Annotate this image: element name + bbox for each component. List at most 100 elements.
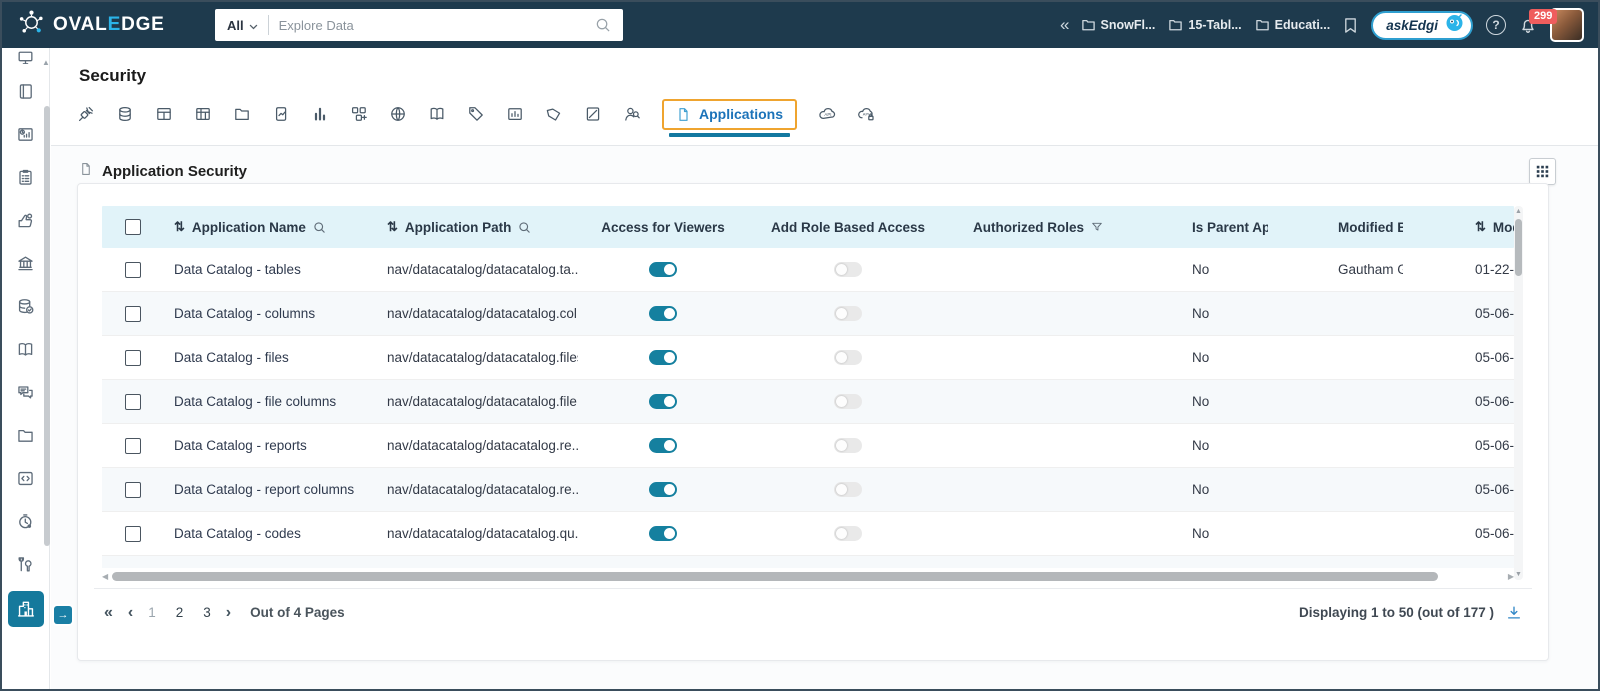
access-for-viewers-toggle[interactable] — [649, 262, 677, 277]
scroll-up-icon[interactable]: ▲ — [42, 58, 50, 67]
scroll-right-icon[interactable]: ▶ — [1506, 572, 1514, 581]
application-name-value[interactable]: Data Catalog - tables — [174, 262, 301, 277]
sidebar-item-glossary-icon[interactable] — [4, 328, 47, 371]
access-for-viewers-toggle[interactable] — [649, 394, 677, 409]
tab-schemas-icon[interactable] — [350, 105, 368, 123]
tab-glossary-icon[interactable] — [428, 105, 446, 123]
row-checkbox[interactable] — [125, 525, 141, 542]
tab-report-visuals-icon[interactable] — [506, 105, 524, 123]
access-for-viewers-toggle[interactable] — [649, 438, 677, 453]
recent-item[interactable]: 15-Tabl... — [1168, 18, 1242, 32]
sidebar-item-data-quality-icon[interactable] — [4, 285, 47, 328]
application-name-value[interactable]: Data Catalog - report columns — [174, 482, 354, 497]
tab-cloud-api-lock-icon[interactable]: API — [857, 105, 875, 123]
sidebar-item-governance-icon[interactable] — [4, 242, 47, 285]
askedgi-button[interactable]: askEdgi — [1371, 10, 1473, 40]
access-for-viewers-toggle[interactable] — [649, 526, 677, 541]
tab-tables-icon[interactable] — [155, 105, 173, 123]
row-checkbox[interactable] — [125, 393, 141, 410]
add-role-based-access-toggle[interactable] — [834, 438, 862, 453]
sidebar-item-report-schedule-icon[interactable] — [4, 113, 47, 156]
download-icon[interactable] — [1506, 605, 1522, 621]
row-checkbox[interactable] — [125, 349, 141, 366]
sidebar-item-tools-icon[interactable] — [4, 543, 47, 586]
notifications-bell[interactable]: 299 — [1519, 8, 1558, 35]
application-name-value[interactable]: Data Catalog - columns — [174, 306, 315, 321]
column-filter-icon[interactable] — [1091, 221, 1103, 233]
tab-notes-icon[interactable] — [584, 105, 602, 123]
add-role-based-access-toggle[interactable] — [834, 350, 862, 365]
page-number-2[interactable]: 2 — [176, 605, 184, 620]
select-all-checkbox[interactable] — [125, 219, 141, 235]
sidebar-item-certification-icon[interactable] — [4, 199, 47, 242]
access-for-viewers-toggle[interactable] — [649, 482, 677, 497]
sidebar-item-monitor-icon[interactable] — [4, 48, 47, 64]
horizontal-scrollbar[interactable]: ◀ ▶ — [102, 571, 1514, 582]
previous-page-button[interactable]: ‹ — [128, 604, 133, 622]
page-number-1[interactable]: 1 — [148, 605, 156, 620]
search-input[interactable] — [268, 17, 595, 33]
sort-icon[interactable]: ⇅ — [174, 219, 185, 235]
application-name-value[interactable]: Data Catalog - reports — [174, 438, 307, 453]
tab-applications[interactable]: Applications — [662, 98, 798, 137]
grid-view-button[interactable] — [1529, 158, 1556, 185]
scroll-left-icon[interactable]: ◀ — [102, 572, 110, 581]
next-page-button[interactable]: › — [226, 604, 231, 622]
vertical-scrollbar[interactable]: ▲ ▼ — [1514, 206, 1523, 580]
access-for-viewers-toggle[interactable] — [649, 350, 677, 365]
add-role-based-access-toggle[interactable] — [834, 306, 862, 321]
sidebar-scroll-thumb[interactable] — [44, 106, 50, 546]
tab-labels-icon[interactable] — [545, 105, 563, 123]
tab-reports-icon[interactable] — [311, 105, 329, 123]
sidebar-item-scheduler-icon[interactable] — [4, 500, 47, 543]
row-checkbox[interactable] — [125, 437, 141, 454]
sort-icon[interactable]: ⇅ — [387, 219, 398, 235]
tab-cloud-api-icon[interactable]: API — [818, 105, 836, 123]
first-page-button[interactable]: « — [104, 604, 113, 622]
ovaledge-logo: OVALEDGE — [18, 9, 165, 41]
add-role-based-access-toggle[interactable] — [834, 526, 862, 541]
sidebar-scrollbar[interactable]: ▲ — [42, 56, 50, 689]
application-name-value[interactable]: Data Catalog - file columns — [174, 394, 336, 409]
scroll-up-icon[interactable]: ▲ — [1514, 208, 1523, 215]
tab-table-columns-icon[interactable] — [194, 105, 212, 123]
column-search-icon[interactable] — [313, 221, 326, 234]
sidebar-item-checklist-icon[interactable] — [4, 156, 47, 199]
add-role-based-access-toggle[interactable] — [834, 482, 862, 497]
sidebar-item-security-icon[interactable] — [7, 591, 44, 627]
collapse-recents-icon[interactable]: « — [1060, 15, 1069, 35]
v-scroll-thumb[interactable] — [1515, 219, 1522, 276]
row-checkbox[interactable] — [125, 305, 141, 322]
add-role-based-access-toggle[interactable] — [834, 394, 862, 409]
h-scroll-thumb[interactable] — [112, 572, 1438, 581]
sidebar-item-collaboration-icon[interactable] — [4, 371, 47, 414]
sidebar-item-query-builder-icon[interactable] — [4, 457, 47, 500]
tab-connectors-icon[interactable] — [77, 105, 95, 123]
tab-users-icon[interactable] — [623, 105, 641, 123]
table-row: Data Catalog - files nav/datacatalog/dat… — [102, 336, 1514, 380]
tab-files-icon[interactable] — [233, 105, 251, 123]
sort-icon[interactable]: ⇅ — [1475, 219, 1486, 235]
access-for-viewers-toggle[interactable] — [649, 306, 677, 321]
row-checkbox[interactable] — [125, 481, 141, 498]
help-icon[interactable]: ? — [1486, 15, 1506, 35]
page-number-3[interactable]: 3 — [203, 605, 211, 620]
recent-item[interactable]: Educati... — [1255, 18, 1330, 32]
scroll-down-icon[interactable]: ▼ — [1514, 571, 1523, 578]
bookmark-icon[interactable] — [1343, 17, 1358, 34]
sidebar-item-projects-icon[interactable] — [4, 414, 47, 457]
add-role-based-access-toggle[interactable] — [834, 262, 862, 277]
sidebar-expand-button[interactable]: → — [54, 606, 72, 624]
column-search-icon[interactable] — [518, 221, 531, 234]
sidebar-item-notebook-icon[interactable] — [4, 70, 47, 113]
recent-item[interactable]: SnowFl... — [1081, 18, 1155, 32]
tab-tags-icon[interactable] — [467, 105, 485, 123]
tab-domains-icon[interactable] — [389, 105, 407, 123]
tab-file-reports-icon[interactable] — [272, 105, 290, 123]
application-name-value[interactable]: Data Catalog - files — [174, 350, 289, 365]
search-scope-dropdown[interactable]: All — [215, 18, 268, 33]
tab-databases-icon[interactable] — [116, 105, 134, 123]
row-checkbox[interactable] — [125, 261, 141, 278]
search-icon[interactable] — [595, 17, 611, 33]
application-name-value[interactable]: Data Catalog - codes — [174, 526, 301, 541]
